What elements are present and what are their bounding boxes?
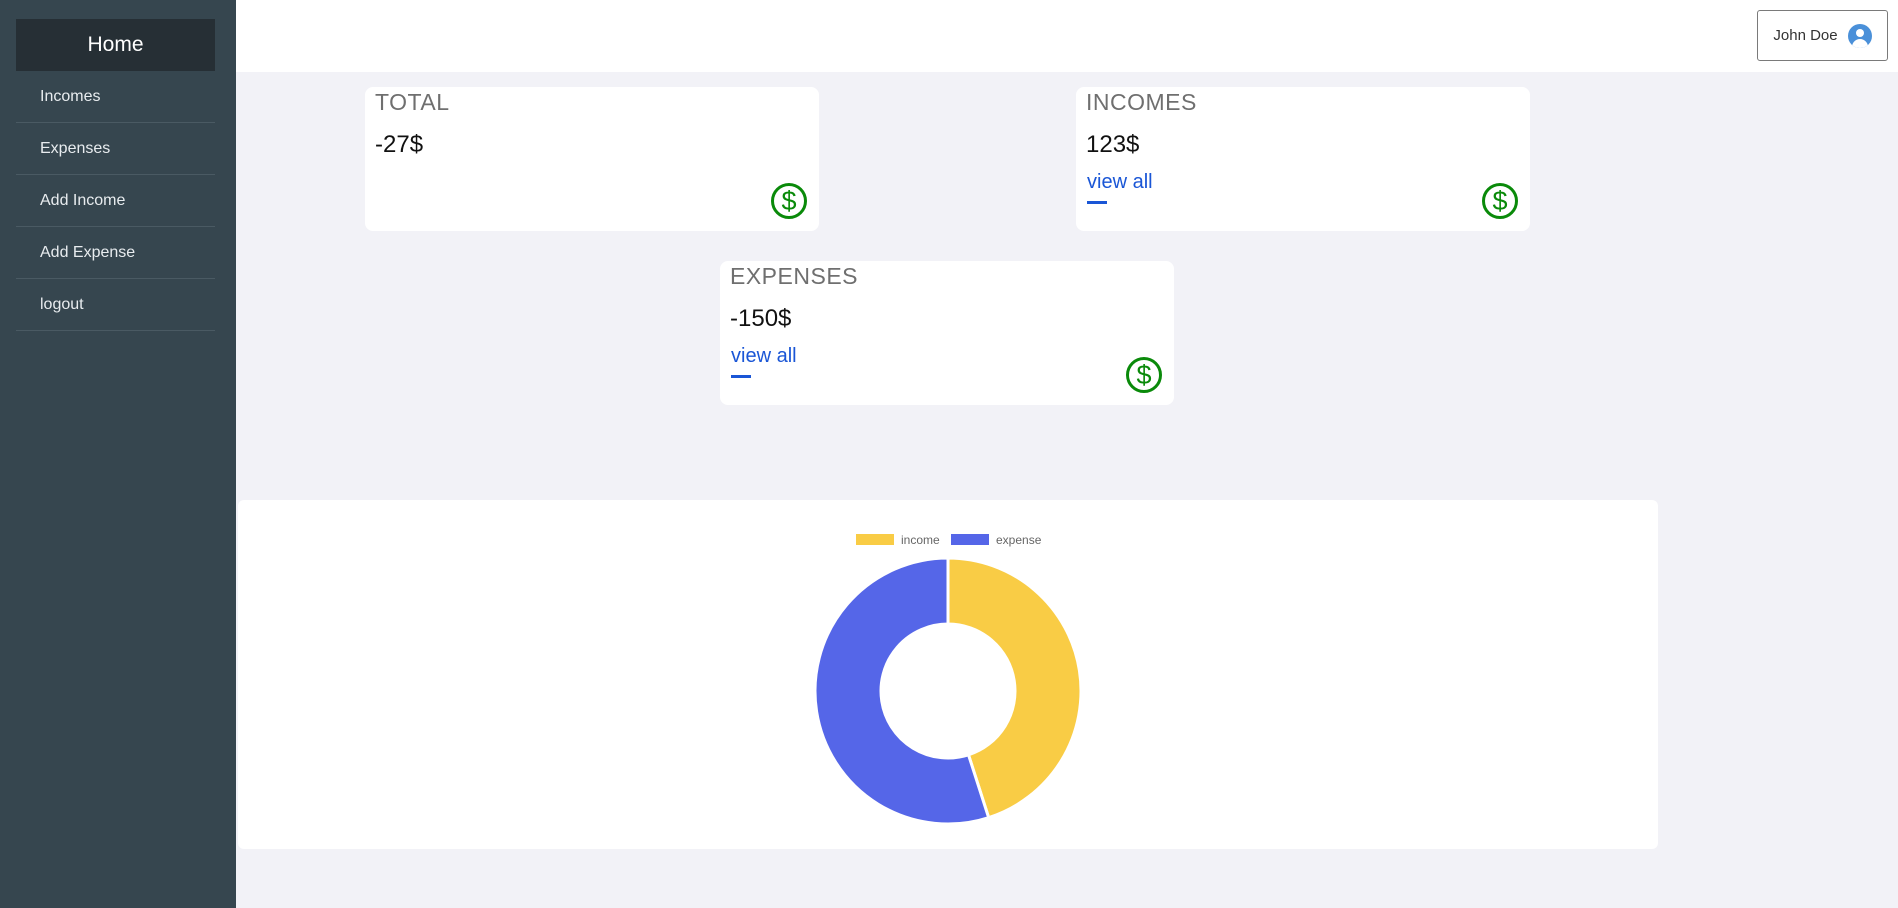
user-menu-button[interactable]: John Doe [1757,10,1888,61]
total-card: TOTAL -27$ $ [365,87,819,231]
legend-label-income[interactable]: income [901,533,940,547]
sidebar-item-expenses[interactable]: Expenses [16,123,215,175]
dollar-circle-icon: $ [771,183,807,219]
dollar-circle-icon: $ [1126,357,1162,393]
incomes-label: INCOMES [1086,89,1197,115]
sidebar-home[interactable]: Home [16,19,215,71]
incomes-card: INCOMES 123$ view all $ [1076,87,1530,231]
expenses-card: EXPENSES -150$ view all $ [720,261,1174,405]
sidebar-item-logout[interactable]: logout [16,279,215,331]
sidebar-item-add-expense[interactable]: Add Expense [16,227,215,279]
sidebar-item-incomes[interactable]: Incomes [16,71,215,123]
total-value: -27$ [375,131,424,158]
user-name: John Doe [1773,27,1838,44]
incomes-link-underline [1087,201,1107,204]
legend-swatch-expense[interactable] [951,534,989,545]
expenses-value: -150$ [730,305,792,332]
incomes-value: 123$ [1086,131,1140,158]
legend-swatch-income[interactable] [856,534,894,545]
user-circle-icon [1847,23,1872,48]
expenses-view-all-link[interactable]: view all [731,345,797,368]
expenses-link-underline [731,375,751,378]
sidebar-item-add-income[interactable]: Add Income [16,175,215,227]
topbar: John Doe [236,0,1898,72]
legend-label-expense[interactable]: expense [996,533,1042,547]
expenses-label: EXPENSES [730,263,858,289]
incomes-view-all-link[interactable]: view all [1087,171,1153,194]
donut-chart: income expense [813,533,1083,826]
sidebar: Home Incomes Expenses Add Income Add Exp… [0,0,236,908]
chart-panel: income expense [238,500,1658,849]
total-label: TOTAL [375,89,450,115]
dollar-circle-icon: $ [1482,183,1518,219]
sidebar-nav: Incomes Expenses Add Income Add Expense … [16,71,215,331]
